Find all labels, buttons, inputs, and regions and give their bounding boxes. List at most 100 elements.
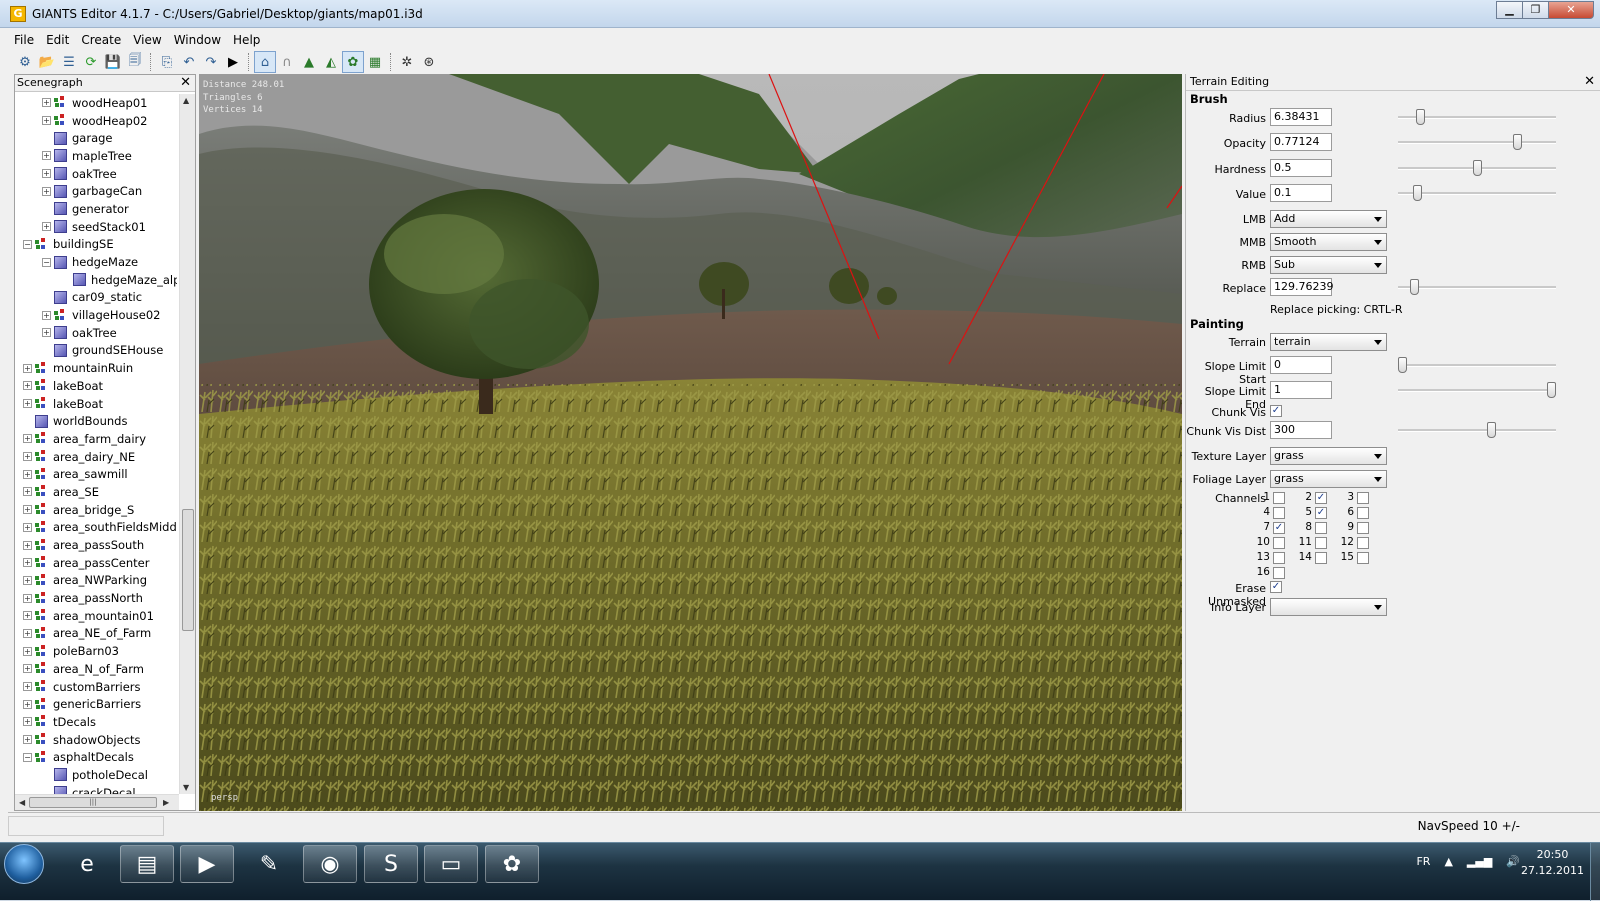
giants-app-icon[interactable]: G [10, 5, 26, 22]
tree-item[interactable]: + area_SE [15, 483, 177, 501]
tree-item[interactable]: + lakeBoat [15, 395, 177, 413]
opacity-slider[interactable] [1398, 133, 1556, 151]
clock[interactable]: 20:50 27.12.2011 [1521, 847, 1584, 879]
firefox-icon[interactable]: ◉ [303, 845, 357, 883]
expand-icon[interactable]: + [23, 452, 32, 462]
refresh-icon[interactable]: ⟳ [80, 51, 102, 73]
opacity-input[interactable]: 0.77124 [1270, 133, 1332, 151]
chunk-vis-dist-slider[interactable] [1398, 421, 1556, 439]
close-icon[interactable]: ✕ [180, 75, 191, 91]
expand-icon[interactable]: + [42, 116, 51, 126]
redo-icon[interactable]: ↷ [200, 51, 222, 73]
tree-item[interactable]: + mountainRuin [15, 359, 177, 377]
expand-icon[interactable]: + [23, 575, 32, 585]
replace-input[interactable]: 129.76239 [1270, 278, 1334, 296]
hardness-input[interactable]: 0.5 [1270, 159, 1332, 177]
slider-handle[interactable] [1398, 357, 1407, 373]
export-icon[interactable]: ⎘ [156, 51, 178, 73]
expand-icon[interactable]: + [23, 487, 32, 497]
horizontal-scrollbar[interactable]: ◀ ||| ▶ [15, 794, 179, 810]
open-icon[interactable]: 📂 [36, 51, 58, 73]
terrain-smooth-icon[interactable]: ◭ [320, 51, 342, 73]
vertical-scrollbar[interactable]: ▲ ▼ [179, 94, 195, 794]
tree-item[interactable]: + oakTree [15, 165, 177, 183]
paint-icon[interactable]: ✿ [485, 845, 539, 883]
save-icon[interactable]: 💾 [102, 51, 124, 73]
tree-item[interactable]: + customBarriers [15, 678, 177, 696]
scroll-left-icon[interactable]: ◀ [19, 798, 25, 807]
tree-item[interactable]: + area_southFieldsMiddle [15, 519, 177, 537]
expand-icon[interactable]: + [23, 735, 32, 745]
expand-icon[interactable]: + [23, 434, 32, 444]
expand-icon[interactable]: + [23, 363, 32, 373]
tree-item[interactable]: + woodHeap01 [15, 94, 177, 112]
rmb-select[interactable]: Sub [1270, 256, 1387, 274]
slope-end-slider[interactable] [1398, 381, 1556, 399]
list-icon[interactable]: ☰ [58, 51, 80, 73]
channel-checkbox[interactable] [1357, 522, 1369, 534]
expand-icon[interactable]: + [23, 699, 32, 709]
paint-tool-icon[interactable]: ✎ [242, 845, 296, 883]
tree-item[interactable]: + genericBarriers [15, 695, 177, 713]
channel-checkbox[interactable] [1357, 507, 1369, 519]
tree-item[interactable]: generator [15, 200, 177, 218]
expand-icon[interactable]: + [23, 593, 32, 603]
expand-icon[interactable]: + [23, 682, 32, 692]
slider-handle[interactable] [1487, 422, 1497, 438]
channel-checkbox[interactable] [1273, 492, 1285, 504]
expand-icon[interactable]: + [42, 328, 51, 338]
channel-checkbox[interactable]: ✓ [1315, 507, 1327, 519]
minimize-button[interactable]: ▁ [1496, 1, 1523, 19]
expand-icon[interactable]: + [23, 664, 32, 674]
channel-checkbox[interactable] [1273, 537, 1285, 549]
slope-start-slider[interactable] [1398, 356, 1556, 374]
scenegraph-tree[interactable]: + woodHeap01 + woodHeap02 garage + mapleTree + o… [15, 94, 177, 794]
tree-item[interactable]: car09_static [15, 289, 177, 307]
collapse-icon[interactable]: − [23, 752, 32, 762]
tree-item[interactable]: + area_passSouth [15, 536, 177, 554]
scroll-right-icon[interactable]: ▶ [163, 798, 169, 807]
foliage-paint-icon[interactable]: ✿ [342, 51, 364, 73]
expand-icon[interactable]: + [23, 399, 32, 409]
tree-item[interactable]: + area_bridge_S [15, 501, 177, 519]
show-hidden-icons-icon[interactable]: ▲ [1444, 855, 1452, 868]
menu-edit[interactable]: Edit [40, 33, 75, 47]
menu-file[interactable]: File [8, 33, 40, 47]
tree-item[interactable]: hedgeMaze_alpha [15, 271, 177, 289]
expand-icon[interactable]: + [23, 381, 32, 391]
tree-item[interactable]: + area_NE_of_Farm [15, 625, 177, 643]
language-indicator[interactable]: FR [1416, 855, 1430, 868]
channel-checkbox[interactable] [1357, 537, 1369, 549]
tree-item[interactable]: + woodHeap02 [15, 112, 177, 130]
menu-window[interactable]: Window [168, 33, 227, 47]
close-button[interactable]: ✕ [1548, 1, 1594, 19]
expand-icon[interactable]: + [42, 310, 51, 320]
render-settings-icon[interactable]: ✲ [396, 51, 418, 73]
tree-item[interactable]: + area_mountain01 [15, 607, 177, 625]
tree-item[interactable]: + lakeBoat [15, 377, 177, 395]
tree-item[interactable]: − asphaltDecals [15, 748, 177, 766]
scrollbar-thumb[interactable] [182, 509, 194, 631]
tree-item[interactable]: + area_passCenter [15, 554, 177, 572]
tree-item[interactable]: garage [15, 129, 177, 147]
network-icon[interactable]: ▂▄▆ [1467, 855, 1492, 868]
slope-end-input[interactable]: 1 [1270, 381, 1332, 399]
save-all-icon[interactable]: 🗐 [124, 51, 146, 73]
channel-checkbox[interactable] [1315, 552, 1327, 564]
slider-handle[interactable] [1412, 185, 1422, 201]
terrain-select-icon[interactable]: ⌂ [254, 51, 276, 73]
lmb-select[interactable]: Add [1270, 210, 1387, 228]
camera-settings-icon[interactable]: ⊛ [418, 51, 440, 73]
channel-checkbox[interactable] [1315, 522, 1327, 534]
chunk-vis-dist-input[interactable]: 300 [1270, 421, 1332, 439]
3d-viewport[interactable]: Distance 248.01 Triangles 6 Vertices 14 … [199, 74, 1182, 811]
radius-slider[interactable] [1398, 108, 1556, 126]
tree-item[interactable]: + area_NWParking [15, 572, 177, 590]
menu-help[interactable]: Help [227, 33, 266, 47]
radius-input[interactable]: 6.38431 [1270, 108, 1332, 126]
chunk-vis-checkbox[interactable]: ✓ [1270, 405, 1282, 417]
skype-icon[interactable]: S [364, 845, 418, 883]
tree-item[interactable]: + mapleTree [15, 147, 177, 165]
tree-item[interactable]: + garbageCan [15, 182, 177, 200]
title-bar[interactable]: G GIANTS Editor 4.1.7 - C:/Users/Gabriel… [0, 0, 1600, 28]
